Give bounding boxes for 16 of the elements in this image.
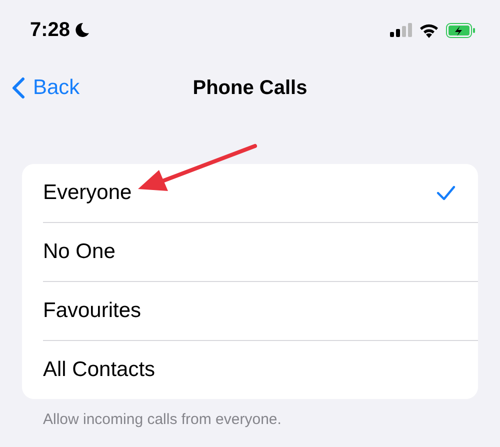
- chevron-icon: [12, 77, 25, 99]
- checkmark-icon: [436, 185, 456, 201]
- option-label: Favourites: [43, 299, 142, 323]
- wifi-icon: [419, 22, 439, 38]
- battery-icon: [446, 22, 476, 38]
- option-row[interactable]: All Contacts: [43, 341, 478, 399]
- moon-icon: [74, 22, 90, 38]
- signal-icon: [390, 23, 412, 37]
- option-row[interactable]: No One: [43, 223, 478, 282]
- page-title: Phone Calls: [192, 76, 308, 98]
- option-label: Everyone: [43, 181, 132, 205]
- status-time: 7:28: [30, 18, 70, 42]
- footer-text: Allow incoming calls from everyone.: [43, 411, 282, 428]
- option-label: All Contacts: [43, 358, 156, 382]
- option-row[interactable]: Favourites: [43, 282, 478, 341]
- option-label: No One: [43, 240, 116, 264]
